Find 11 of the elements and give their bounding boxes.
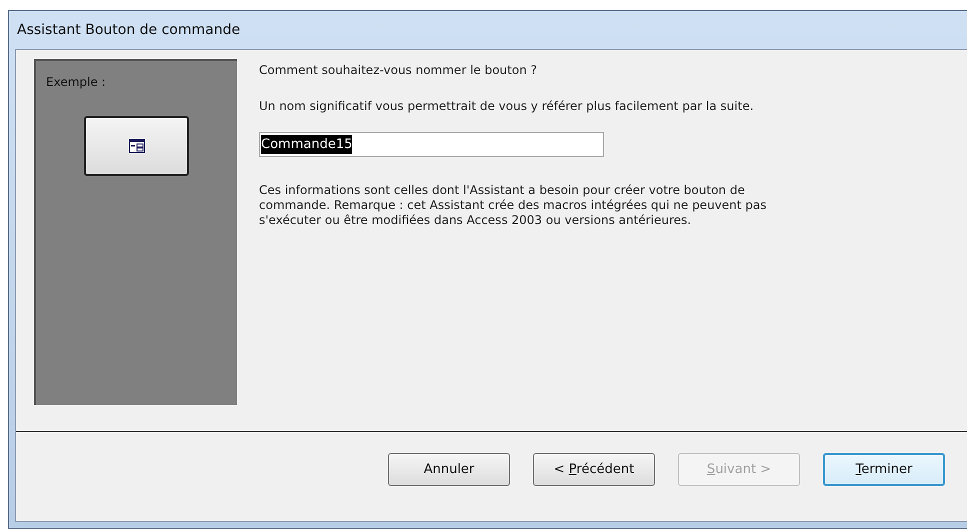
question-text: Comment souhaitez-vous nommer le bouton ?: [259, 63, 538, 78]
form-icon: [128, 139, 144, 153]
wizard-button[interactable]: < Précédent: [533, 453, 655, 486]
example-label: Exemple :: [46, 74, 107, 91]
wizard-button[interactable]: Annuler: [388, 453, 510, 486]
wizard-button[interactable]: Terminer: [823, 453, 945, 486]
name-field[interactable]: Commande15: [259, 132, 604, 157]
info-paragraph: Ces informations sont celles dont l'Assistant a besoin pour créer votre bouton de commande. Remarque : cet Assistant crée des macros intégrées qui ne peuvent pas s'exécuter ou être modifiées dans Access 2003 ou versions antérieures.: [259, 183, 768, 228]
hint-text: Un nom significatif vous permettrait de vous y référer plus facilement par la suite.: [259, 99, 755, 114]
window-title: Assistant Bouton de commande: [17, 20, 240, 40]
field-value: Commande15: [261, 134, 352, 154]
